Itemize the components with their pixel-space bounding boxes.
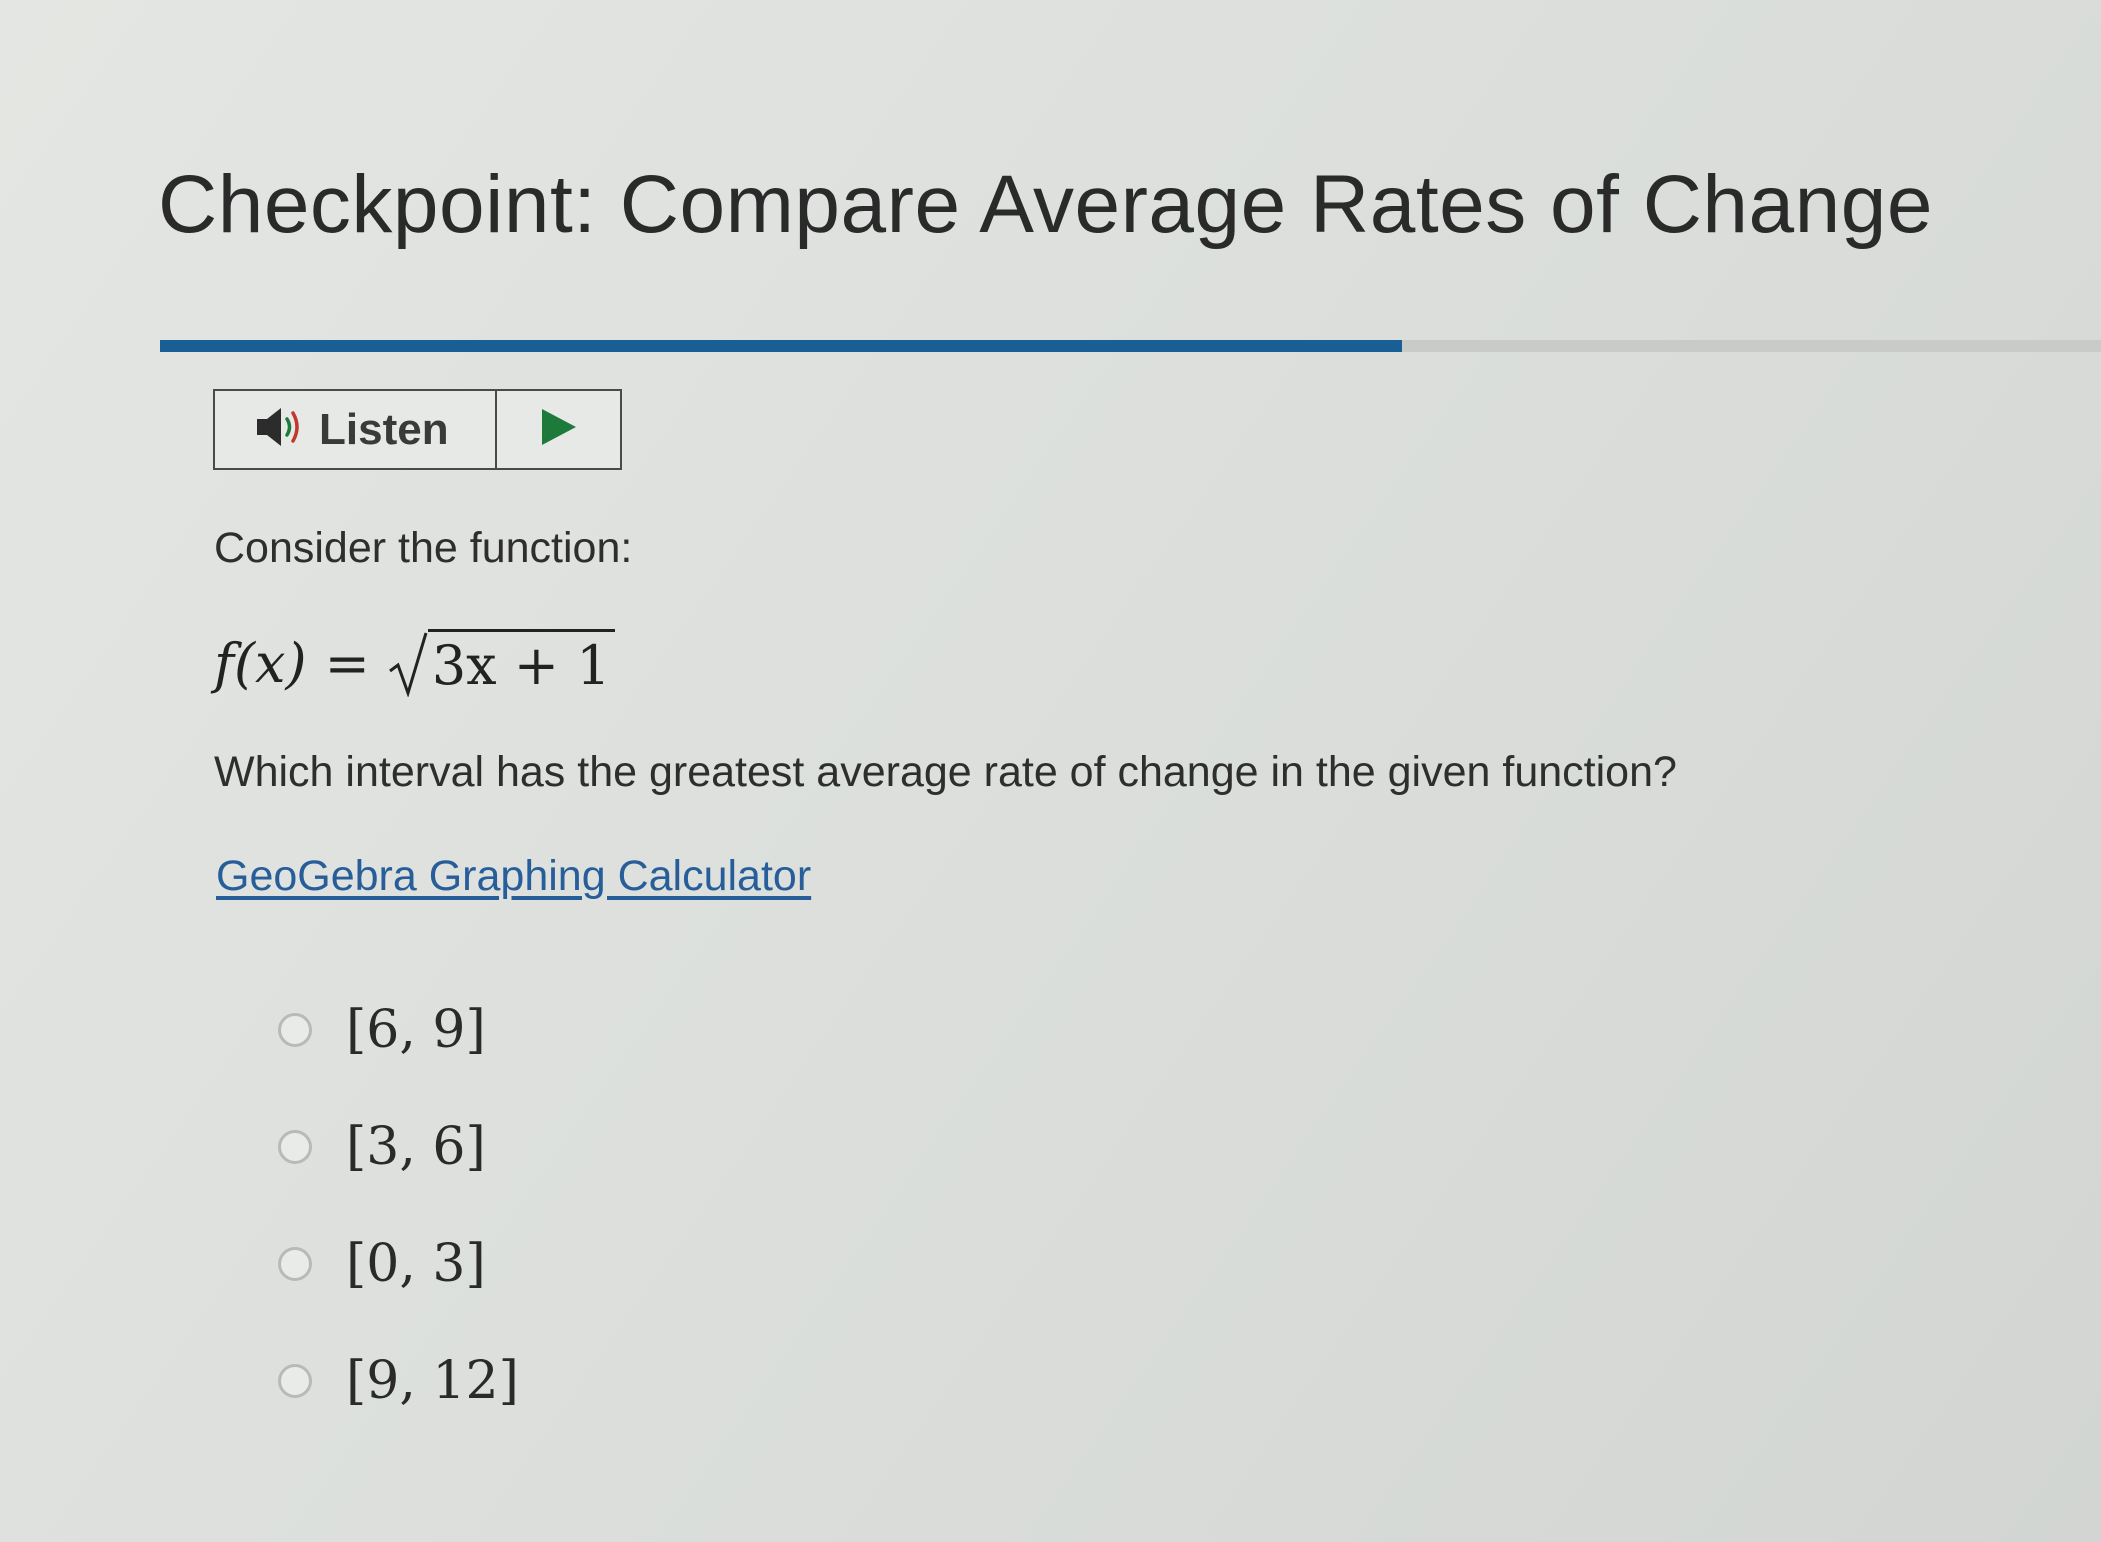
option-label: [0, 3] <box>346 1234 486 1294</box>
listen-widget: Listen <box>213 389 622 470</box>
speaker-icon <box>255 405 319 454</box>
formula-equals: = <box>324 631 370 695</box>
question-text: Which interval has the greatest average … <box>214 748 1677 796</box>
page-title: Checkpoint: Compare Average Rates of Cha… <box>158 159 1933 250</box>
radio-button[interactable] <box>278 1247 312 1281</box>
play-icon <box>540 407 578 452</box>
answer-option[interactable]: [9, 12] <box>278 1341 519 1421</box>
radical-sign-icon <box>388 632 428 697</box>
option-label: [9, 12] <box>346 1351 519 1411</box>
formula-radicand: 3x + 1 <box>427 629 615 697</box>
square-root: 3x + 1 <box>388 629 615 697</box>
checkpoint-page: Checkpoint: Compare Average Rates of Cha… <box>0 0 2101 1542</box>
function-formula: f(x) = 3x + 1 <box>214 628 615 698</box>
radio-button[interactable] <box>278 1364 312 1398</box>
radio-button[interactable] <box>278 1013 312 1047</box>
question-prompt: Consider the function: <box>214 524 633 572</box>
formula-lhs: f(x) <box>214 631 307 695</box>
progress-bar <box>160 340 2101 352</box>
play-button[interactable] <box>497 391 620 468</box>
answer-options: [6, 9] [3, 6] [0, 3] [9, 12] <box>278 990 519 1458</box>
answer-option[interactable]: [6, 9] <box>278 990 519 1070</box>
listen-button[interactable]: Listen <box>215 391 497 468</box>
listen-label: Listen <box>319 404 449 454</box>
answer-option[interactable]: [3, 6] <box>278 1107 519 1187</box>
option-label: [6, 9] <box>346 1000 486 1060</box>
progress-bar-fill <box>160 340 1403 352</box>
option-label: [3, 6] <box>346 1117 486 1177</box>
radio-button[interactable] <box>278 1130 312 1164</box>
geogebra-link[interactable]: GeoGebra Graphing Calculator <box>216 852 811 901</box>
answer-option[interactable]: [0, 3] <box>278 1224 519 1304</box>
